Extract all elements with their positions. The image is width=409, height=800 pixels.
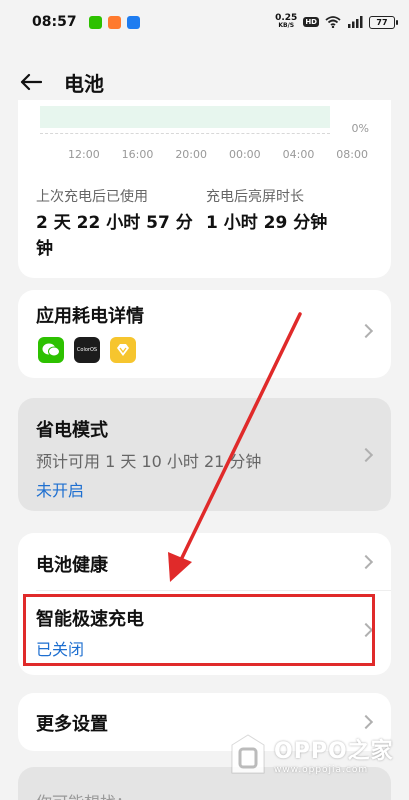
watermark-brand: OPPO之家 bbox=[274, 739, 394, 764]
watermark: OPPO之家 www.oppojia.com bbox=[228, 730, 398, 778]
watermark-logo-icon bbox=[231, 734, 265, 774]
annotation-arrow bbox=[168, 312, 302, 582]
watermark-text: OPPO之家 www.oppojia.com bbox=[274, 733, 394, 775]
watermark-url: www.oppojia.com bbox=[274, 765, 369, 775]
